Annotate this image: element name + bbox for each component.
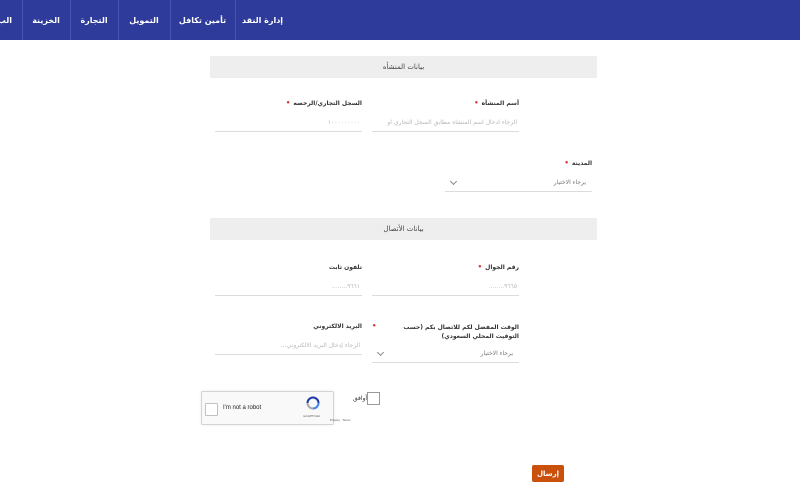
nav-separator: [22, 0, 23, 40]
establishment-name-label: أسم المنشأه: [481, 100, 519, 107]
nav-item-label: التمويل: [129, 15, 159, 25]
recaptcha-terms-link[interactable]: Privacy - Terms: [330, 418, 351, 422]
email-field: البريد الالكتروني: [215, 323, 362, 355]
section-title: بيانات المنشأه: [382, 63, 425, 71]
nav-item-label: الخزينة: [32, 15, 60, 25]
field-label: رقم الجوال •: [372, 263, 519, 272]
commercial-register-label: السجل التجاري/الرخصه: [293, 100, 362, 107]
recaptcha-logo-icon: [306, 396, 320, 410]
commercial-register-field: السجل التجاري/الرخصه •: [215, 100, 362, 132]
required-mark: •: [477, 263, 483, 271]
nav-item-trade[interactable]: التجارة: [70, 0, 118, 40]
nav-item-label: التجارة: [80, 15, 108, 25]
required-mark: •: [474, 99, 479, 107]
nav-separator: [170, 0, 171, 40]
field-label: تلفون ثابت: [215, 264, 362, 271]
nav-item-truncated[interactable]: الب: [0, 0, 12, 40]
preferred-time-label: الوقت المفضل لكم للاتصال بكم (حسب التوقي…: [403, 324, 519, 340]
field-label: البريد الالكتروني: [215, 323, 362, 330]
section-header-contact: بيانات الأتصال: [210, 218, 597, 240]
preferred-time-field: الوقت المفضل لكم للاتصال بكم (حسب التوقي…: [372, 323, 519, 363]
required-mark: •: [285, 99, 291, 107]
nav-item-takaful-insurance[interactable]: تأمين تكافل: [170, 0, 235, 40]
preferred-time-select[interactable]: يرجاء الاختيار: [372, 345, 519, 363]
landline-label: تلفون ثابت: [328, 264, 362, 271]
preferred-time-select-value: يرجاء الاختيار: [480, 350, 513, 357]
chevron-down-icon: [376, 348, 385, 356]
landline-field: تلفون ثابت: [215, 264, 362, 296]
nav-separator: [70, 0, 71, 40]
required-mark: •: [564, 159, 569, 167]
nav-item-label: الب: [0, 15, 12, 25]
nav-separator: [235, 0, 236, 40]
city-field: المدينة • يرجاء الاختيار: [445, 160, 592, 192]
mobile-field: رقم الجوال •: [372, 264, 519, 296]
agree-checkbox[interactable]: [367, 392, 380, 405]
mobile-label: رقم الجوال: [485, 264, 519, 271]
nav-item-label: إدارة النقد: [241, 15, 284, 25]
chevron-down-icon: [449, 177, 458, 185]
nav-item-treasury[interactable]: الخزينة: [22, 0, 70, 40]
required-mark: •: [372, 322, 377, 330]
agree-label: أوافق: [353, 395, 368, 402]
field-label: الوقت المفضل لكم للاتصال بكم (حسب التوقي…: [372, 323, 519, 341]
nav-item-label: تأمين تكافل: [178, 15, 227, 25]
section-title: بيانات الأتصال: [383, 225, 424, 233]
landline-input[interactable]: [215, 278, 362, 296]
city-select[interactable]: يرجاء الاختيار: [445, 174, 592, 192]
field-label: أسم المنشأه •: [372, 99, 519, 108]
city-label: المدينة: [571, 160, 592, 167]
mobile-input[interactable]: [372, 278, 519, 296]
establishment-name-field: أسم المنشأه •: [372, 100, 519, 132]
section-header-establishment: بيانات المنشأه: [210, 56, 597, 78]
nav-item-cash-management[interactable]: إدارة النقد: [235, 0, 290, 40]
recaptcha-text: I'm not a robot: [223, 405, 262, 411]
top-navigation: إدارة النقد تأمين تكافل التمويل التجارة …: [0, 0, 800, 40]
field-label: المدينة •: [445, 159, 592, 168]
submit-button[interactable]: إرسال: [532, 465, 564, 482]
city-select-value: يرجاء الاختيار: [553, 179, 586, 186]
field-label: السجل التجاري/الرخصه •: [215, 99, 362, 108]
recaptcha-brand: reCAPTCHA: [303, 414, 321, 418]
establishment-name-input[interactable]: [372, 114, 519, 132]
commercial-register-input[interactable]: [215, 114, 362, 132]
nav-item-financing[interactable]: التمويل: [118, 0, 170, 40]
email-label: البريد الالكتروني: [313, 323, 362, 330]
recaptcha-checkbox[interactable]: [205, 403, 218, 416]
email-input[interactable]: [215, 337, 362, 355]
nav-separator: [118, 0, 119, 40]
